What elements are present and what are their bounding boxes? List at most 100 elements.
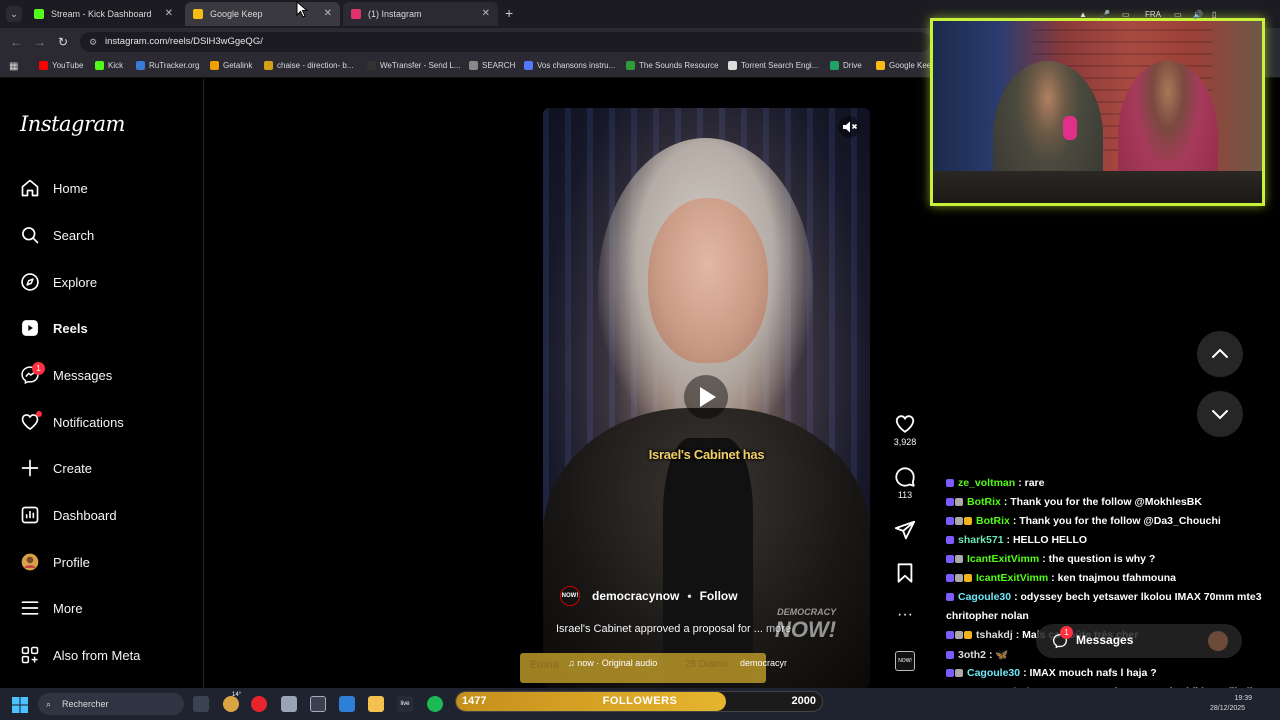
play-button[interactable] (684, 375, 728, 419)
photos-icon[interactable] (339, 696, 355, 712)
author-username[interactable]: democracynow (592, 589, 679, 603)
muted-speaker-icon[interactable] (838, 116, 860, 138)
chat-username[interactable]: tshakdj (976, 629, 1013, 641)
reload-icon[interactable]: ↻ (58, 35, 68, 49)
nav-messages[interactable]: 1 Messages (20, 360, 112, 390)
tab-kick-dashboard[interactable]: Stream - Kick Dashboard ✕ (26, 2, 181, 26)
chat-username[interactable]: shark571 (958, 534, 1004, 546)
app-icon[interactable] (281, 696, 297, 712)
file-explorer-icon[interactable] (368, 696, 384, 712)
chat-username[interactable]: ze_voltman (958, 477, 1015, 489)
network-icon[interactable]: ▭ (1174, 10, 1182, 19)
nav-notifications[interactable]: Notifications (20, 407, 124, 437)
url-field[interactable]: ⚙ instagram.com/reels/DSlH3wGgeQG/ (80, 32, 930, 52)
comment-action[interactable]: 113 (890, 466, 920, 500)
chat-badges (946, 536, 955, 544)
chat-username[interactable]: Cagoule30 (967, 667, 1020, 679)
webcam-overlay (930, 18, 1265, 206)
bookmark-wetransfer[interactable]: WeTransfer - Send L... (367, 61, 460, 70)
language-indicator[interactable]: FRA (1145, 10, 1161, 19)
bookmark-google-keep[interactable]: Google Kee (876, 61, 931, 70)
bookmark-torrent-search[interactable]: Torrent Search Engi... (728, 61, 818, 70)
clock-time[interactable]: 19:39 (1228, 695, 1252, 702)
clock-date[interactable]: 28/12/2025 (1210, 705, 1245, 712)
overlay-left-text: Emna (530, 659, 559, 671)
bookmark-drive[interactable]: Drive (830, 61, 862, 70)
weather-icon[interactable] (223, 696, 239, 712)
forward-arrow-icon[interactable]: → (34, 35, 46, 49)
chat-text: : the question is why ? (1042, 553, 1156, 565)
bookmark-getalink[interactable]: Getalink (210, 61, 252, 70)
bookmark-youtube[interactable]: YouTube (39, 61, 83, 70)
audio-thumbnail[interactable]: NOW! (895, 651, 915, 671)
close-tab-icon[interactable]: ✕ (165, 8, 173, 19)
app-icon[interactable] (310, 696, 326, 712)
chat-username[interactable]: IcantExitVimm (967, 553, 1039, 565)
nav-more[interactable]: More (20, 593, 83, 623)
nav-label: Explore (53, 274, 98, 290)
search-icon (469, 61, 478, 70)
battery-icon[interactable]: ▯ (1212, 10, 1216, 19)
back-arrow-icon[interactable]: ← (10, 35, 22, 49)
author-avatar[interactable]: NOW! (560, 586, 580, 606)
compass-icon (21, 273, 39, 291)
chat-message: 3oth2: 🦋 (946, 648, 1009, 661)
microphone-icon[interactable]: 🎤 (1100, 10, 1110, 19)
bookmark-label: Vos chansons instru... (537, 61, 616, 70)
chat-badge-icon (946, 631, 954, 639)
tab-instagram[interactable]: (1) Instagram ✕ (343, 2, 498, 26)
apps-grid-icon[interactable]: ▦ (9, 61, 18, 72)
tray-chevron-up-icon[interactable]: ▲ (1079, 10, 1087, 19)
audio-overlay-banner[interactable]: Emna ♫ now · Original audio 25 Diamo dem… (520, 653, 787, 683)
nav-reels[interactable]: Reels (20, 313, 88, 343)
bookmark-label: RuTracker.org (149, 61, 200, 70)
audio-label: ♫ now · Original audio (568, 658, 658, 668)
chat-badges (946, 650, 955, 659)
tab-list-button[interactable]: ⌄ (6, 6, 22, 22)
live-app-icon[interactable]: live (397, 696, 413, 712)
volume-icon[interactable]: 🔊 (1193, 10, 1203, 19)
share-action[interactable] (890, 519, 920, 543)
reel-description[interactable]: Israel's Cabinet approved a proposal for… (556, 623, 791, 635)
bookmark-kick[interactable]: Kick (95, 61, 123, 70)
nav-home[interactable]: Home (20, 173, 88, 203)
nav-create[interactable]: Create (20, 453, 92, 483)
bookmark-chaise[interactable]: chaise - direction- b... (264, 61, 353, 70)
previous-reel-button[interactable] (1197, 331, 1243, 377)
chat-username[interactable]: IcantExitVimm (976, 572, 1048, 584)
nav-explore[interactable]: Explore (20, 267, 97, 297)
site-info-icon[interactable]: ⚙ (89, 32, 97, 52)
close-tab-icon[interactable]: ✕ (324, 8, 332, 19)
windows-start-icon[interactable] (12, 697, 28, 713)
nav-label: Notifications (53, 414, 124, 430)
chat-username[interactable]: BotRix (967, 496, 1001, 508)
bookmark-chansons[interactable]: Vos chansons instru... (524, 61, 615, 70)
bookmark-sounds-resource[interactable]: The Sounds Resource (626, 61, 719, 70)
messages-pill[interactable]: 1 Messages (1036, 624, 1242, 658)
tab-google-keep[interactable]: Google Keep ✕ (185, 2, 340, 26)
close-tab-icon[interactable]: ✕ (482, 8, 490, 19)
nav-dashboard[interactable]: Dashboard (20, 500, 117, 530)
like-action[interactable]: 3,928 (890, 413, 920, 447)
instagram-logo[interactable]: Instagram (20, 112, 125, 136)
more-options-icon[interactable]: ··· (890, 605, 920, 625)
task-view-icon[interactable] (193, 696, 209, 712)
chat-username[interactable]: Cagoule30 (958, 591, 1011, 603)
chat-message: ze_voltman: rare (946, 477, 1044, 489)
next-reel-button[interactable] (1197, 391, 1243, 437)
spotify-icon[interactable] (427, 696, 443, 712)
nav-search[interactable]: Search (20, 220, 94, 250)
bookmark-search[interactable]: SEARCH (469, 61, 515, 70)
new-tab-plus-icon[interactable]: + (505, 5, 513, 21)
save-action[interactable] (890, 562, 920, 586)
opera-icon[interactable] (251, 696, 267, 712)
bookmark-rutracker[interactable]: RuTracker.org (136, 61, 199, 70)
chat-username[interactable]: BotRix (976, 515, 1010, 527)
nav-profile[interactable]: Profile (20, 547, 90, 577)
chat-username[interactable]: 3oth2 (958, 649, 986, 661)
tray-app-icon[interactable]: ▭ (1122, 10, 1130, 19)
nav-also-from-meta[interactable]: Also from Meta (20, 640, 140, 670)
taskbar-search[interactable]: ⌕ Rechercher (38, 693, 184, 715)
torrent-icon (728, 61, 737, 70)
follow-button[interactable]: Follow (700, 589, 738, 603)
